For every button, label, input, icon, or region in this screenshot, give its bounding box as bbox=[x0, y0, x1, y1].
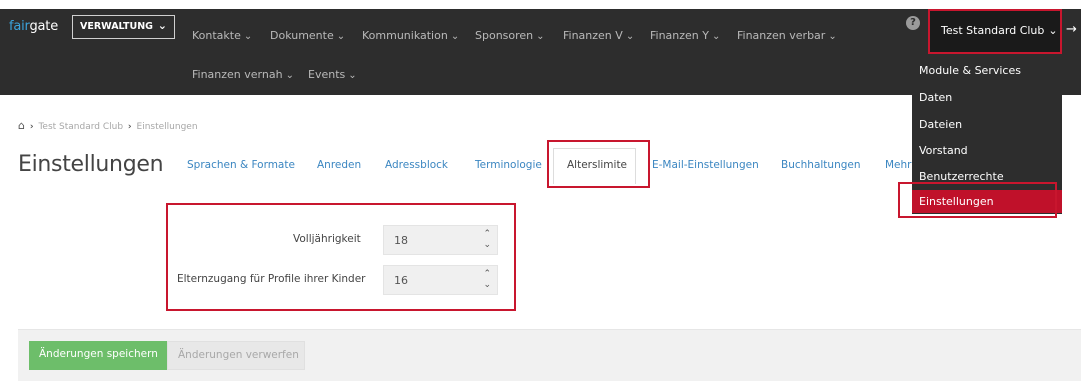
tab-adressblock[interactable]: Adressblock bbox=[385, 159, 448, 171]
brand-logo[interactable]: fairgate bbox=[9, 19, 58, 34]
nav-item-label: Finanzen verbar bbox=[737, 29, 826, 42]
menu-item-module-services[interactable]: Module & Services bbox=[919, 64, 1021, 77]
home-icon[interactable]: ⌂ bbox=[18, 119, 25, 132]
chevron-down-icon: ⌄ bbox=[285, 70, 294, 81]
top-band bbox=[0, 0, 1081, 9]
nav-item-label: Kommunikation bbox=[362, 29, 448, 42]
volljaehrigkeit-input[interactable]: 18 ⌃ ⌄ bbox=[383, 225, 498, 255]
nav-item-kommunikation[interactable]: Kommunikation ⌄ bbox=[362, 29, 459, 42]
elternzugang-input[interactable]: 16 ⌃ ⌄ bbox=[383, 265, 498, 295]
breadcrumb-current: Einstellungen bbox=[136, 122, 198, 132]
chevron-down-icon: ⌄ bbox=[536, 31, 545, 42]
menu-item-dateien[interactable]: Dateien bbox=[919, 118, 962, 131]
chevron-down-icon: ⌄ bbox=[828, 31, 837, 42]
nav-item-finanzen-v[interactable]: Finanzen V ⌄ bbox=[563, 29, 634, 42]
nav-item-finanzen-vernah[interactable]: Finanzen vernah ⌄ bbox=[192, 68, 294, 81]
menu-item-vorstand[interactable]: Vorstand bbox=[919, 144, 968, 157]
module-select[interactable]: VERWALTUNG ⌄ bbox=[72, 15, 175, 39]
club-menu-button[interactable]: Test Standard Club ⌄ bbox=[928, 9, 1062, 54]
highlight-outline-tab bbox=[547, 140, 650, 188]
discard-changes-button[interactable]: Änderungen verwerfen bbox=[167, 341, 305, 370]
nav-item-finanzen-verbar[interactable]: Finanzen verbar ⌄ bbox=[737, 29, 837, 42]
tab-sprachen-formate[interactable]: Sprachen & Formate bbox=[187, 159, 295, 171]
elternzugang-value: 16 bbox=[394, 274, 408, 287]
nav-item-events[interactable]: Events ⌄ bbox=[308, 68, 357, 81]
breadcrumb: ⌂ › Test Standard Club › Einstellungen bbox=[18, 119, 198, 132]
nav-item-label: Sponsoren bbox=[475, 29, 534, 42]
spinner-icon[interactable]: ⌃ ⌄ bbox=[483, 229, 491, 251]
chevron-down-icon: ⌄ bbox=[712, 31, 721, 42]
breadcrumb-club[interactable]: Test Standard Club bbox=[38, 122, 123, 132]
chevron-down-icon: ⌄ bbox=[450, 31, 460, 42]
chevron-down-icon: ⌄ bbox=[1048, 24, 1058, 37]
nav-item-label: Finanzen vernah bbox=[192, 68, 283, 81]
nav-item-dokumente[interactable]: Dokumente ⌄ bbox=[270, 29, 345, 42]
nav-item-finanzen-y[interactable]: Finanzen Y ⌄ bbox=[650, 29, 720, 42]
spinner-icon[interactable]: ⌃ ⌄ bbox=[483, 269, 491, 291]
club-name: Test Standard Club bbox=[941, 24, 1045, 37]
nav-item-sponsoren[interactable]: Sponsoren ⌄ bbox=[475, 29, 545, 42]
breadcrumb-separator: › bbox=[29, 122, 34, 132]
chevron-down-icon: ⌄ bbox=[243, 31, 253, 42]
help-icon[interactable]: ? bbox=[906, 16, 920, 30]
volljaehrigkeit-value: 18 bbox=[394, 234, 408, 247]
nav-item-label: Events bbox=[308, 68, 346, 81]
page-title: Einstellungen bbox=[18, 152, 164, 177]
save-changes-button[interactable]: Änderungen speichern bbox=[29, 341, 167, 370]
chevron-down-icon: ⌄ bbox=[625, 31, 635, 42]
brand-rest: gate bbox=[29, 19, 58, 34]
nav-item-label: Finanzen V bbox=[563, 29, 623, 42]
chevron-down-icon: ⌄ bbox=[157, 19, 167, 32]
nav-item-kontakte[interactable]: Kontakte ⌄ bbox=[192, 29, 252, 42]
tab-anreden[interactable]: Anreden bbox=[317, 159, 361, 171]
chevron-down-icon: ⌄ bbox=[348, 70, 357, 81]
menu-item-daten[interactable]: Daten bbox=[919, 91, 952, 104]
nav-item-label: Finanzen Y bbox=[650, 29, 709, 42]
tab-terminologie[interactable]: Terminologie bbox=[475, 159, 542, 171]
field-label-elternzugang: Elternzugang für Profile ihrer Kinder bbox=[177, 273, 366, 285]
tab-email-einstellungen[interactable]: E-Mail-Einstellungen bbox=[652, 159, 759, 171]
nav-item-label: Kontakte bbox=[192, 29, 241, 42]
nav-item-label: Dokumente bbox=[270, 29, 334, 42]
field-label-volljaehrigkeit: Volljährigkeit bbox=[293, 233, 361, 245]
tab-buchhaltungen[interactable]: Buchhaltungen bbox=[781, 159, 861, 171]
chevron-down-icon: ⌄ bbox=[336, 31, 346, 42]
tab-mehr[interactable]: Mehr bbox=[885, 159, 912, 171]
highlight-outline-menu bbox=[898, 182, 1057, 218]
brand-accent: fair bbox=[9, 19, 30, 34]
logout-icon[interactable]: → bbox=[1066, 22, 1077, 37]
module-select-label: VERWALTUNG bbox=[80, 21, 153, 32]
breadcrumb-separator: › bbox=[127, 122, 132, 132]
